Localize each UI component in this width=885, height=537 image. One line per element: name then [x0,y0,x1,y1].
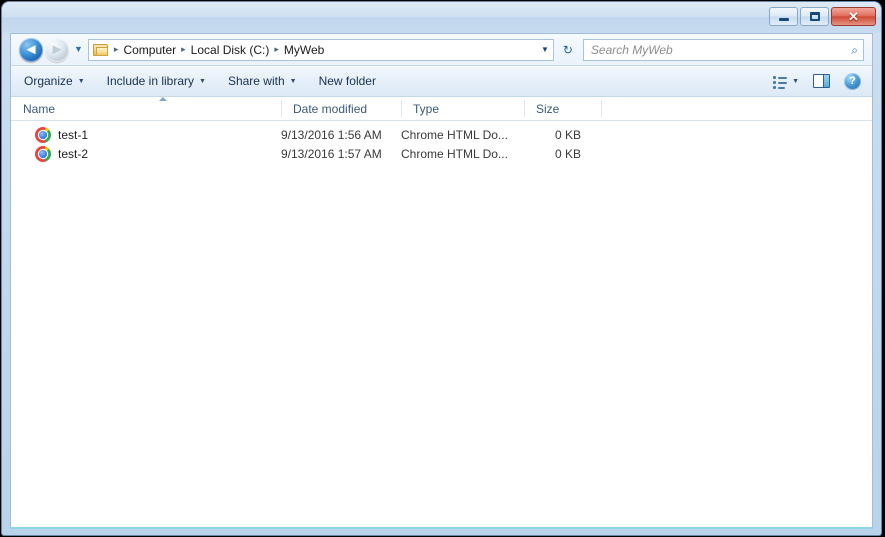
file-name-cell: test-1 [11,126,281,143]
file-size-cell: 0 KB [554,146,581,161]
address-dropdown-icon[interactable]: ▼ [541,40,549,60]
organize-label: Organize [24,74,73,88]
chevron-down-icon: ▼ [792,77,799,85]
explorer-window: ✕ ◄ ► ▼ ▸ Computer ▸ Local Disk (C:) ▸ M… [2,2,881,535]
breadcrumb: ▸ Computer ▸ Local Disk (C:) ▸ MyWeb [109,43,327,57]
organize-button[interactable]: Organize ▼ [15,70,94,92]
file-size-cell: 0 KB [554,127,581,142]
maximize-button[interactable] [800,7,829,26]
column-header-filler [601,97,872,120]
view-list-icon [773,75,788,89]
window-bottom-edge [10,527,873,529]
share-with-button[interactable]: Share with ▼ [219,70,306,92]
column-header-size[interactable]: Size [524,97,601,120]
toolbar-right-group: ▼ ? [768,70,866,93]
minimize-button[interactable] [769,7,798,26]
column-header-row: Name Date modified Type Size [11,97,872,121]
chrome-icon [35,145,51,162]
chevron-down-icon: ▼ [199,77,206,85]
change-view-button[interactable]: ▼ [768,72,804,91]
address-path-box[interactable]: ▸ Computer ▸ Local Disk (C:) ▸ MyWeb ▼ [87,38,554,61]
column-header-name[interactable]: Name [11,97,281,120]
file-date-cell: 9/13/2016 1:57 AM [281,146,382,161]
file-name-label: test-1 [58,127,89,142]
table-row[interactable]: test-2 9/13/2016 1:57 AM Chrome HTML Do.… [11,144,872,163]
column-header-date-modified[interactable]: Date modified [281,97,401,120]
address-bar: ◄ ► ▼ ▸ Computer ▸ Local Disk (C:) ▸ MyW… [11,34,872,66]
preview-pane-button[interactable] [808,71,835,91]
preview-pane-icon [813,74,830,88]
breadcrumb-separator-0: ▸ [113,44,119,54]
file-type-cell: Chrome HTML Do... [401,146,508,161]
close-button[interactable]: ✕ [831,7,876,26]
file-date-cell: 9/13/2016 1:56 AM [281,127,382,142]
breadcrumb-separator-1: ▸ [181,44,186,54]
back-arrow-icon: ◄ [23,41,39,58]
search-icon: ⌕ [851,42,858,57]
new-folder-label: New folder [318,74,376,88]
file-name-label: test-2 [58,146,89,161]
forward-arrow-icon: ► [49,41,65,58]
breadcrumb-separator-2: ▸ [274,44,279,54]
new-folder-button[interactable]: New folder [310,70,385,92]
title-bar: ✕ [2,2,881,33]
chrome-icon [35,126,51,143]
file-name-cell: test-2 [11,145,281,162]
forward-button[interactable]: ► [45,37,69,62]
close-icon: ✕ [848,9,859,24]
recent-pages-dropdown[interactable]: ▼ [74,45,83,54]
column-header-type[interactable]: Type [401,97,524,120]
column-header-type-label: Type [413,101,440,116]
breadcrumb-item-myweb[interactable]: MyWeb [281,43,327,57]
column-header-date-label: Date modified [293,101,368,116]
search-box[interactable]: Search MyWeb ⌕ [582,38,864,61]
column-header-name-label: Name [23,101,56,116]
chevron-down-icon: ▼ [289,77,297,85]
help-icon: ? [844,72,861,90]
include-in-library-label: Include in library [106,74,195,88]
sort-ascending-icon [159,97,168,102]
breadcrumb-item-computer[interactable]: Computer [120,43,179,57]
chevron-down-icon: ▼ [77,77,85,85]
maximize-icon [809,12,820,21]
table-row[interactable]: test-1 9/13/2016 1:56 AM Chrome HTML Do.… [11,125,872,144]
search-input[interactable]: Search MyWeb [591,43,673,57]
breadcrumb-item-local-disk[interactable]: Local Disk (C:) [188,43,273,57]
include-in-library-button[interactable]: Include in library ▼ [98,70,215,92]
refresh-button[interactable]: ↻ [557,39,579,61]
client-area: ◄ ► ▼ ▸ Computer ▸ Local Disk (C:) ▸ MyW… [10,33,873,527]
command-toolbar: Organize ▼ Include in library ▼ Share wi… [11,66,872,97]
help-button[interactable]: ? [839,70,866,93]
back-button[interactable]: ◄ [19,37,43,62]
file-list[interactable]: test-1 9/13/2016 1:56 AM Chrome HTML Do.… [11,121,872,527]
column-header-size-label: Size [536,101,560,116]
share-with-label: Share with [227,74,285,88]
folder-icon [92,43,109,57]
caption-button-group: ✕ [769,7,876,26]
refresh-icon: ↻ [562,42,573,57]
file-type-cell: Chrome HTML Do... [401,127,508,142]
minimize-icon [778,18,789,21]
